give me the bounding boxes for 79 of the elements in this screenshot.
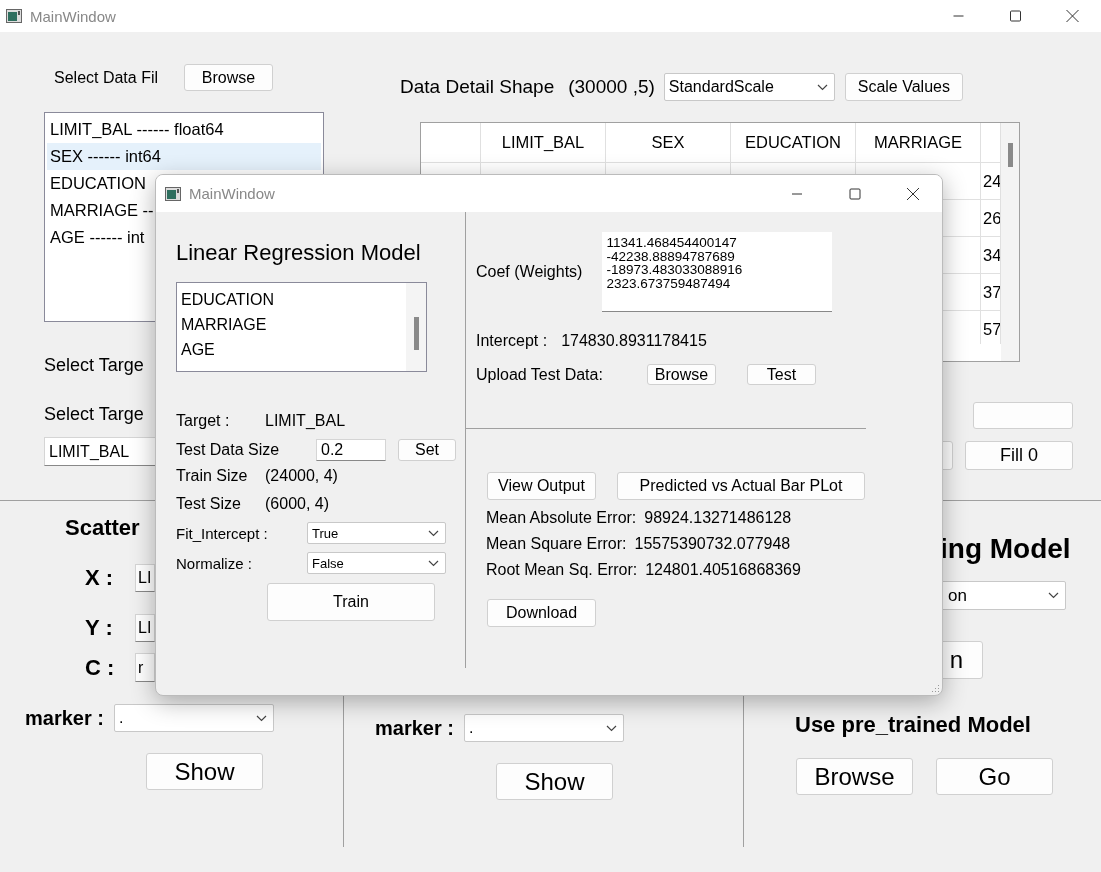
dropdown[interactable]: . <box>463 714 624 742</box>
browse-button[interactable]: Browse <box>796 758 913 795</box>
column-header[interactable]: LIMIT_BAL <box>481 123 606 163</box>
train-button[interactable]: Train <box>267 583 435 621</box>
select-target-label: Select Targe <box>44 404 144 425</box>
go-button[interactable]: Go <box>936 758 1053 795</box>
metric-label: Root Mean Sq. Error: <box>486 561 638 579</box>
view-output-button[interactable]: View Output <box>487 472 596 500</box>
model-heading: Linear Regression Model <box>176 240 421 266</box>
list-item[interactable]: AGE <box>181 337 406 362</box>
test-size-field[interactable]: 0.2 <box>316 439 386 461</box>
pretrained-title: Use pre_trained Model <box>795 712 1031 738</box>
metric-value: 98924.13271486128 <box>644 509 792 527</box>
app-icon <box>6 9 22 23</box>
dropdown[interactable]: True <box>307 522 446 544</box>
list-item[interactable]: SEX ------ int64 <box>47 143 321 170</box>
show-button[interactable]: Show <box>496 763 613 800</box>
dropdown[interactable]: . <box>113 704 274 732</box>
test-size-label: Test Size <box>176 495 242 513</box>
fill-zero-button[interactable]: Fill 0 <box>965 441 1073 470</box>
data-shape-text: (30000 ,5) <box>568 76 655 98</box>
chevron-down-icon <box>1048 592 1059 599</box>
c-field[interactable]: r <box>135 653 155 682</box>
y-field[interactable]: LI <box>135 614 155 642</box>
column-header[interactable]: SEX <box>606 123 731 163</box>
section-title: ing Model <box>940 533 1071 565</box>
chevron-down-icon <box>428 529 439 537</box>
chevron-down-icon <box>605 724 617 732</box>
metric-label: Mean Absolute Error: <box>486 509 637 527</box>
resize-grip-icon[interactable] <box>930 683 940 693</box>
intercept-label: Intercept : <box>476 332 548 350</box>
browse-button[interactable]: Browse <box>184 64 274 91</box>
intercept-value: 174830.8931178415 <box>561 332 707 350</box>
metric-value: 124801.40516868369 <box>645 561 801 579</box>
dialog-title: MainWindow <box>189 185 275 202</box>
coef-label: Coef (Weights) <box>476 263 583 281</box>
metric-label: Mean Square Error: <box>486 535 627 553</box>
marker-label: marker : <box>375 716 454 740</box>
train-size-value: (24000, 4) <box>265 467 338 485</box>
scrollbar-thumb[interactable] <box>413 317 419 350</box>
select-file-label: Select Data Fil <box>54 68 159 87</box>
scale-values-button[interactable]: Scale Values <box>844 73 963 101</box>
dropdown[interactable]: StandardScale <box>663 73 835 101</box>
target-label: Target : <box>176 412 231 430</box>
metric-value: 15575390732.077948 <box>634 535 791 553</box>
test-button[interactable]: Test <box>747 364 816 385</box>
browse-button[interactable]: Browse <box>647 364 716 385</box>
x-field[interactable]: LI <box>135 564 155 592</box>
list-item[interactable]: EDUCATION <box>181 287 406 312</box>
chevron-down-icon <box>428 559 439 567</box>
upload-label: Upload Test Data: <box>476 365 604 384</box>
data-detail-label: Data Detail Shape <box>400 76 555 98</box>
target-value: LIMIT_BAL <box>265 412 346 430</box>
plot-button[interactable]: Predicted vs Actual Bar PLot <box>617 472 865 500</box>
train-size-label: Train Size <box>176 467 249 485</box>
test-size-value: (6000, 4) <box>265 495 330 513</box>
column-header[interactable]: MARRIAGE <box>856 123 981 163</box>
column-header[interactable]: EDUCATION <box>731 123 856 163</box>
app-icon <box>165 186 181 201</box>
x-label: X : <box>85 565 115 591</box>
dropdown[interactable]: False <box>307 552 446 574</box>
select-target-label: Select Targe <box>44 355 144 376</box>
list-item[interactable]: MARRIAGE <box>181 312 406 337</box>
button[interactable] <box>973 402 1073 429</box>
scatter-title: Scatter <box>65 515 140 541</box>
chevron-down-icon <box>255 714 267 722</box>
scrollbar-thumb[interactable] <box>1007 143 1013 167</box>
window-title: MainWindow <box>30 7 116 25</box>
set-button[interactable]: Set <box>398 439 456 461</box>
chevron-down-icon <box>816 83 828 91</box>
y-label: Y : <box>85 615 114 641</box>
c-label: C : <box>85 654 116 681</box>
marker-label: marker : <box>25 706 104 730</box>
download-button[interactable]: Download <box>487 599 596 627</box>
coef-text: 11341.468454400147 -42238.88894787689 -18973.483033088916 2323.673759487494 <box>602 232 833 312</box>
show-button[interactable]: Show <box>146 753 263 790</box>
list-item[interactable]: LIMIT_BAL ------ float64 <box>47 116 321 143</box>
fit-intercept-label: Fit_Intercept : <box>176 524 269 542</box>
normalize-label: Normalize : <box>176 554 253 572</box>
